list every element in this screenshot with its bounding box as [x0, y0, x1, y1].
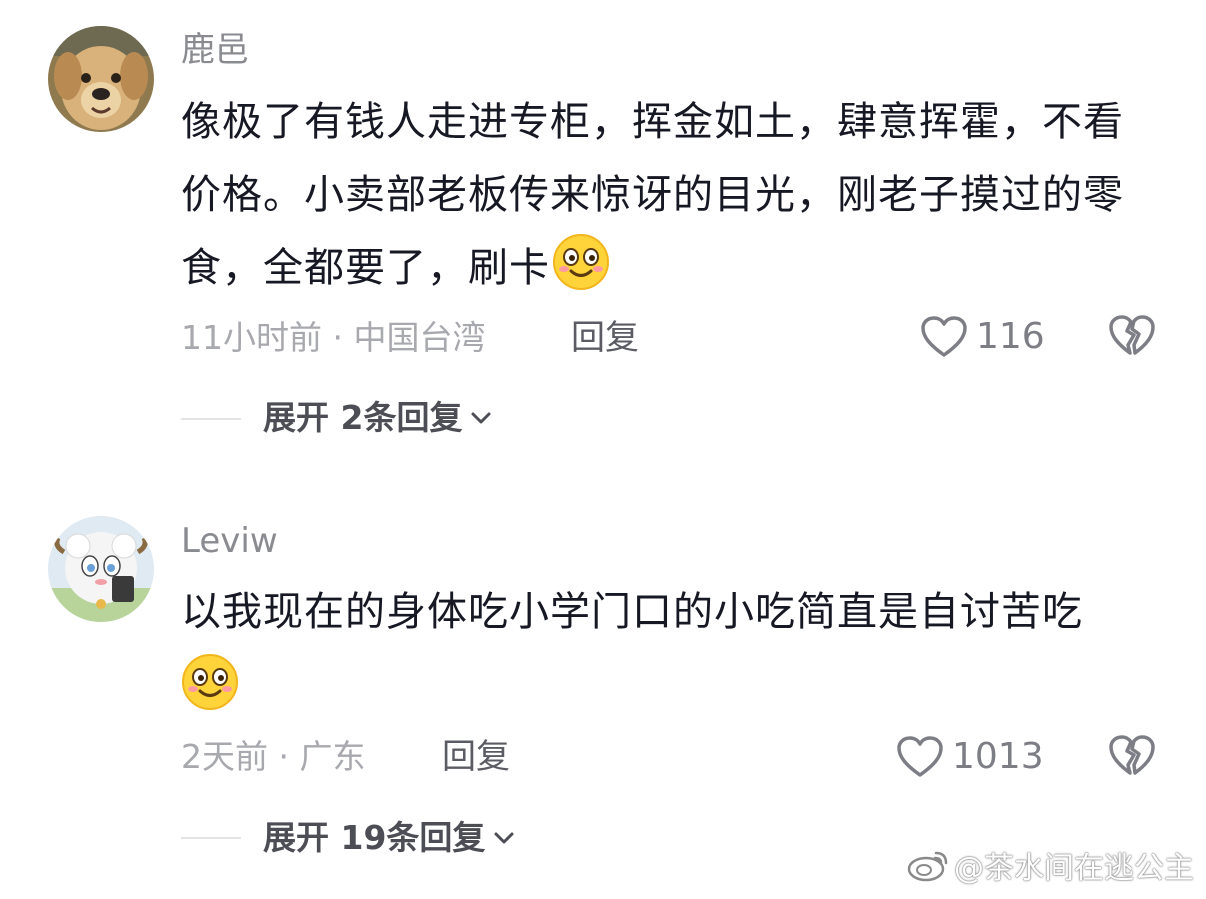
reply-button[interactable]: 回复 [571, 318, 639, 358]
avatar[interactable] [48, 26, 154, 132]
comment-text-content: 以我现在的身体吃小学门口的小吃简直是自讨苦吃 [181, 589, 1083, 635]
like-button[interactable]: 1013 [896, 732, 1044, 782]
dislike-button[interactable] [1108, 734, 1156, 782]
divider [181, 418, 241, 420]
comment-text-content: 像极了有钱人走进专柜，挥金如土，肆意挥霍，不看价格。小卖部老板传来惊讶的目光，刚… [181, 99, 1124, 291]
dislike-button[interactable] [1108, 314, 1156, 362]
expand-replies-button[interactable]: 展开 19条回复 [263, 818, 515, 858]
avatar[interactable] [48, 516, 154, 622]
reply-button[interactable]: 回复 [442, 737, 510, 777]
expand-replies-button[interactable]: 展开 2条回复 [263, 398, 492, 438]
comment-meta: 2天前 · 广东 [181, 737, 366, 776]
divider [181, 837, 241, 839]
comment-meta: 11小时前 · 中国台湾 [181, 318, 486, 357]
smile-blush-emoji-icon [552, 233, 610, 291]
dog-avatar-icon [48, 26, 154, 132]
chevron-down-icon [471, 412, 491, 424]
watermark: @茶水间在逃公主 [906, 843, 1194, 887]
expand-replies-label: 展开 2条回复 [263, 398, 463, 437]
sheep-cartoon-avatar-icon [48, 516, 154, 622]
comment-text: 以我现在的身体吃小学门口的小吃简直是自讨苦吃 [181, 574, 1156, 726]
weibo-icon [907, 851, 948, 882]
username[interactable]: Leviw [181, 521, 278, 561]
watermark-text: @茶水间在逃公主 [954, 851, 1194, 886]
heart-icon [921, 316, 967, 357]
comment-text: 像极了有钱人走进专柜，挥金如土，肆意挥霍，不看价格。小卖部老板传来惊讶的目光，刚… [181, 86, 1156, 305]
heart-icon [897, 736, 943, 777]
like-count: 1013 [952, 736, 1044, 777]
like-count: 116 [976, 316, 1045, 357]
chevron-down-icon [494, 832, 514, 844]
broken-heart-icon [1109, 315, 1155, 355]
like-button[interactable]: 116 [920, 312, 1045, 362]
smile-blush-emoji-icon [181, 653, 239, 711]
expand-replies-label: 展开 19条回复 [263, 818, 486, 857]
username[interactable]: 鹿邑 [181, 30, 249, 70]
comment-item: Leviw 以我现在的身体吃小学门口的小吃简直是自讨苦吃 2天前 · 广东 回复… [0, 460, 1206, 899]
broken-heart-icon [1109, 735, 1155, 775]
comment-item: 鹿邑 像极了有钱人走进专柜，挥金如土，肆意挥霍，不看价格。小卖部老板传来惊讶的目… [0, 0, 1206, 460]
